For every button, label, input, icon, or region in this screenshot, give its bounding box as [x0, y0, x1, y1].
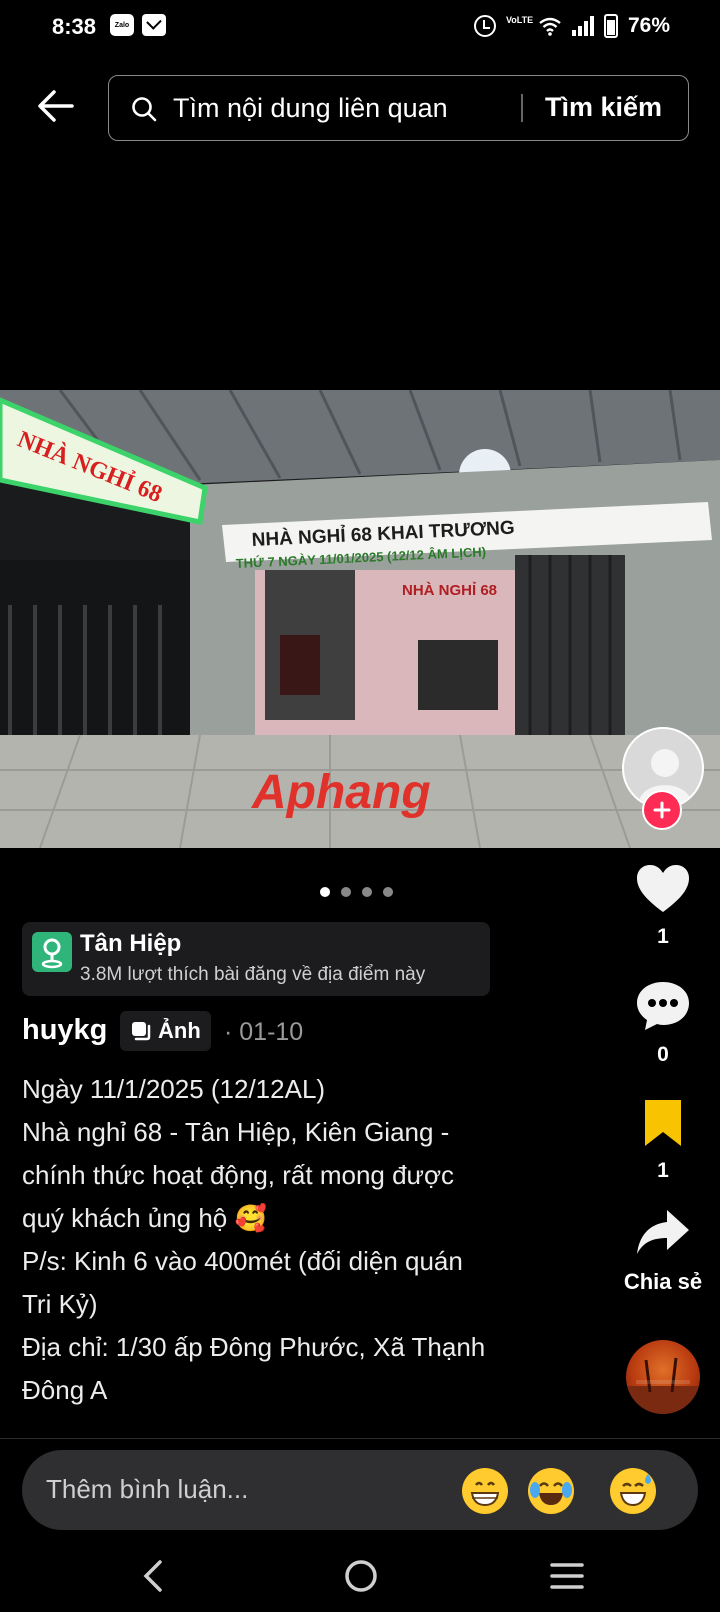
battery-percent: 76% [627, 14, 670, 37]
location-pin-icon [32, 932, 72, 972]
location-name: Tân Hiệp [80, 930, 182, 957]
pager-dot[interactable] [362, 887, 372, 897]
image-pager [320, 887, 393, 897]
follow-button[interactable] [642, 790, 682, 830]
grin-emoji-icon[interactable] [462, 1468, 508, 1514]
plus-icon [653, 801, 671, 819]
post-type-label: Ảnh [158, 1018, 201, 1043]
caption-line: Ngày 11/1/2025 (12/12AL) [22, 1074, 326, 1104]
post-photo[interactable]: NHÀ NGHỈ 68 NHÀ NGHỈ 68 KHAI TRƯƠNG THỨ … [0, 390, 720, 848]
author-username[interactable]: huykg [22, 1014, 107, 1047]
caption-line: Tri Kỷ) [22, 1289, 98, 1319]
status-time: 8:38 [52, 14, 97, 39]
share-label: Chia sẻ [623, 1269, 703, 1294]
comment-bar[interactable]: Thêm bình luận... [22, 1450, 698, 1530]
pager-dot[interactable] [341, 887, 351, 897]
location-subtitle: 3.8M lượt thích bài đăng về địa điểm này [80, 964, 426, 985]
save-count: 1 [657, 1159, 669, 1182]
inner-sign: NHÀ NGHỈ 68 [402, 582, 497, 599]
caption-line: P/s: Kinh 6 vào 400mét (đối diện quán [22, 1246, 463, 1276]
search-divider [521, 94, 523, 122]
photo-illustration: NHÀ NGHỈ 68 NHÀ NGHỈ 68 KHAI TRƯƠNG THỨ … [0, 390, 720, 848]
post-caption: Ngày 11/1/2025 (12/12AL) Nhà nghỉ 68 - T… [22, 1068, 542, 1412]
comment-action[interactable]: 0 [622, 980, 704, 1067]
like-action[interactable]: 1 [622, 864, 704, 949]
heart-icon [637, 865, 689, 912]
bookmark-icon [645, 1100, 681, 1146]
share-action[interactable]: Chia sẻ [622, 1208, 704, 1295]
alarm-icon [473, 15, 496, 37]
back-arrow-icon[interactable] [36, 86, 76, 126]
caption-line: quý khách ủng hộ 🥰 [22, 1203, 267, 1233]
music-disc[interactable] [626, 1340, 700, 1414]
photo-watermark: Aphang [251, 766, 431, 819]
search-bar[interactable]: Tìm nội dung liên quan Tìm kiếm [108, 75, 689, 141]
like-count: 1 [657, 925, 669, 948]
search-icon [132, 97, 157, 122]
volte-icon: VoLTE [505, 15, 534, 25]
search-input[interactable]: Tìm nội dung liên quan [173, 93, 448, 124]
mail-notification-icon [142, 14, 166, 36]
nav-back-icon[interactable] [140, 1559, 166, 1593]
signal-icon [571, 16, 594, 36]
photo-type-icon [132, 1022, 151, 1041]
tears-of-joy-emoji-icon[interactable] [528, 1468, 574, 1514]
sweat-smile-emoji-icon[interactable] [610, 1468, 656, 1514]
caption-line: chính thức hoạt động, rất mong được [22, 1160, 454, 1190]
zalo-notification-icon: Zalo [110, 14, 134, 36]
music-cover-art [626, 1357, 700, 1414]
post-date: · 01-10 [224, 1018, 304, 1046]
post-type-badge: Ảnh [120, 1011, 211, 1051]
system-nav-bar [0, 1545, 720, 1612]
pager-dot[interactable] [383, 887, 393, 897]
comment-bubble-icon [637, 982, 689, 1030]
pager-dot[interactable] [320, 887, 330, 897]
nav-menu-icon[interactable] [550, 1561, 584, 1591]
wifi-icon [539, 17, 561, 36]
save-action[interactable]: 1 [622, 1098, 704, 1183]
comment-count: 0 [657, 1043, 669, 1066]
search-button[interactable]: Tìm kiếm [545, 92, 662, 123]
nav-home-icon[interactable] [344, 1559, 378, 1593]
caption-line: Địa chỉ: 1/30 ấp Đông Phước, Xã Thạnh [22, 1332, 486, 1362]
share-arrow-icon [637, 1210, 689, 1254]
caption-line: Nhà nghỉ 68 - Tân Hiệp, Kiên Giang - [22, 1117, 450, 1147]
location-card[interactable]: Tân Hiệp 3.8M lượt thích bài đăng về địa… [22, 922, 490, 996]
comment-input[interactable]: Thêm bình luận... [46, 1474, 248, 1505]
caption-line: Đông A [22, 1375, 108, 1405]
divider [0, 1438, 720, 1439]
status-bar: 8:38 Zalo VoLTE 76% [0, 0, 720, 54]
battery-icon [603, 14, 618, 38]
